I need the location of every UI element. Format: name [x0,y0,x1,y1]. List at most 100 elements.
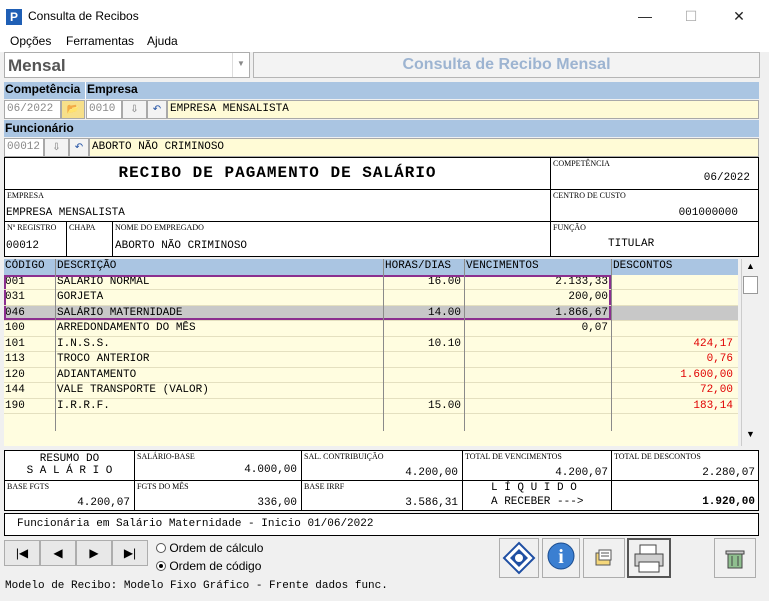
menu-ajuda[interactable]: Ajuda [147,34,178,48]
printer-icon [634,544,664,573]
export-button[interactable] [583,538,625,578]
cell-descricao: I.R.R.F. [57,399,110,412]
cell-descricao: SALÁRIO NORMAL [57,275,150,288]
resumo-line1: RESUMO DO [39,453,100,465]
info-button[interactable]: i [542,538,580,578]
base-irrf-box: BASE IRRF 3.586,31 [301,480,463,511]
window-title: Consulta de Recibos [28,9,139,23]
items-table[interactable]: CÓDIGO DESCRIÇÃO HORAS/DIAS VENCIMENTOS … [4,259,738,446]
competencia-label: Competência [5,82,81,96]
competencia-input[interactable]: 06/2022 [4,100,61,119]
next-record-button[interactable]: ▶ [76,540,112,566]
app-icon: P [6,9,22,25]
table-header: CÓDIGO DESCRIÇÃO HORAS/DIAS VENCIMENTOS … [4,259,738,275]
cell-horas [385,368,461,383]
lookup-icon[interactable]: ⇩ [44,138,69,157]
mode-select-value: Mensal [8,56,66,75]
total-desc-box: TOTAL DE DESCONTOS 2.280,07 [611,450,759,481]
table-row[interactable]: 120 ADIANTAMENTO 1.600,00 [4,368,738,383]
cell-codigo: 101 [5,337,25,350]
undo-icon[interactable]: ↶ [69,138,89,157]
table-row[interactable]: 190 I.R.R.F. 15.00 183,14 [4,399,738,414]
scroll-down-icon[interactable]: ▼ [743,429,758,443]
competencia-box: COMPETÊNCIA 06/2022 [550,157,759,190]
table-row[interactable]: 031 GORJETA 200,00 [4,290,738,306]
empresa-label: Empresa [87,82,138,96]
order-calculo-radio[interactable]: Ordem de cálculo [156,541,263,555]
undo-icon[interactable]: ↶ [147,100,167,119]
cell-vencimentos: 2.133,33 [555,275,608,288]
chevron-down-icon[interactable]: ▼ [232,53,249,77]
sal-contrib-caption: SAL. CONTRIBUIÇÃO [304,452,384,461]
prev-record-button[interactable]: ◀ [40,540,76,566]
order-codigo-label: Ordem de código [169,559,262,573]
cell-vencimentos [466,352,608,367]
cell-descricao: GORJETA [57,291,104,303]
empresa-code-input[interactable]: 0010 [86,100,122,119]
cell-horas: 14.00 [427,306,461,319]
cell-codigo: 190 [5,399,25,412]
radio-icon[interactable] [156,543,166,553]
menu-opcoes[interactable]: Opções [10,34,51,48]
resumo-line2: S A L Á R I O [26,465,113,477]
fgts-mes-box: FGTS DO MÊS 336,00 [134,480,302,511]
status-text: Modelo de Recibo: Modelo Fixo Gráfico - … [5,580,388,592]
info-icon: i [547,542,575,570]
message-box: Funcionária em Salário Maternidade - Ini… [4,513,759,536]
cell-descontos: 183,14 [693,399,733,412]
cell-descricao: I.N.S.S. [57,337,110,350]
folder-icon[interactable]: 📂 [61,100,85,119]
nome-value: ABORTO NÃO CRIMINOSO [115,240,248,252]
table-row[interactable]: 144 VALE TRANSPORTE (VALOR) 72,00 [4,383,738,399]
maximize-button[interactable]: ☐ [676,4,706,28]
liquido-line1: L Í Q U I D O [491,482,577,494]
col-vencimentos: VENCIMENTOS [466,260,539,272]
lookup-icon[interactable]: ⇩ [122,100,147,119]
first-record-button[interactable]: |◀ [4,540,40,566]
recalc-button[interactable] [499,538,539,578]
total-desc-value: 2.280,07 [702,467,755,479]
menu-ferramentas[interactable]: Ferramentas [66,34,134,48]
base-irrf-caption: BASE IRRF [304,482,345,491]
close-button[interactable]: ✕ [724,4,754,28]
cell-descontos [613,275,733,290]
scroll-thumb[interactable] [743,276,758,294]
base-irrf-value: 3.586,31 [405,497,458,509]
cell-vencimentos [466,368,608,383]
print-button[interactable] [627,538,671,578]
scroll-up-icon[interactable]: ▲ [743,261,758,275]
base-fgts-value: 4.200,07 [77,497,130,509]
cell-codigo: 120 [5,368,25,381]
mode-select[interactable]: Mensal ▼ [4,52,250,78]
liquido-line2: A RECEBER ---> [491,496,584,508]
table-scrollbar[interactable]: ▲ ▼ [741,259,759,446]
empresa-caption: EMPRESA [7,191,44,200]
table-row[interactable]: 001 SALÁRIO NORMAL 16.00 2.133,33 [4,274,738,290]
resumo-box: RESUMO DO S A L Á R I O [4,450,135,481]
centro-custo-caption: CENTRO DE CUSTO [553,191,626,200]
funcao-value: TITULAR [608,238,655,250]
cell-horas [385,383,461,398]
cell-descricao: ADIANTAMENTO [57,368,137,381]
table-row[interactable]: 046 SALÁRIO MATERNIDADE 14.00 1.866,67 [4,305,738,321]
funcao-caption: FUNÇÃO [553,223,586,232]
last-record-button[interactable]: ▶| [112,540,148,566]
radio-selected-icon[interactable] [156,561,166,571]
header-divider [85,82,86,99]
delete-button[interactable] [714,538,756,578]
salario-base-box: SALÁRIO-BASE 4.000,00 [134,450,302,481]
funcionario-code-input[interactable]: 00012 [4,138,44,157]
table-row[interactable]: 100 ARREDONDAMENTO DO MÊS 0,07 [4,321,738,337]
col-descontos: DESCONTOS [613,260,673,272]
table-row[interactable]: 101 I.N.S.S. 10.10 424,17 [4,337,738,352]
cell-vencimentos: 0,07 [581,322,608,334]
table-row[interactable]: 113 TROCO ANTERIOR 0,76 [4,352,738,368]
order-codigo-radio[interactable]: Ordem de código [156,559,261,573]
cell-descontos: 424,17 [693,337,733,350]
cell-descricao: TROCO ANTERIOR [57,353,150,365]
minimize-button[interactable]: — [630,4,660,28]
sal-contrib-box: SAL. CONTRIBUIÇÃO 4.200,00 [301,450,463,481]
cell-descontos: 1.600,00 [680,368,733,381]
col-divider [611,259,612,431]
cell-horas: 15.00 [427,399,461,412]
